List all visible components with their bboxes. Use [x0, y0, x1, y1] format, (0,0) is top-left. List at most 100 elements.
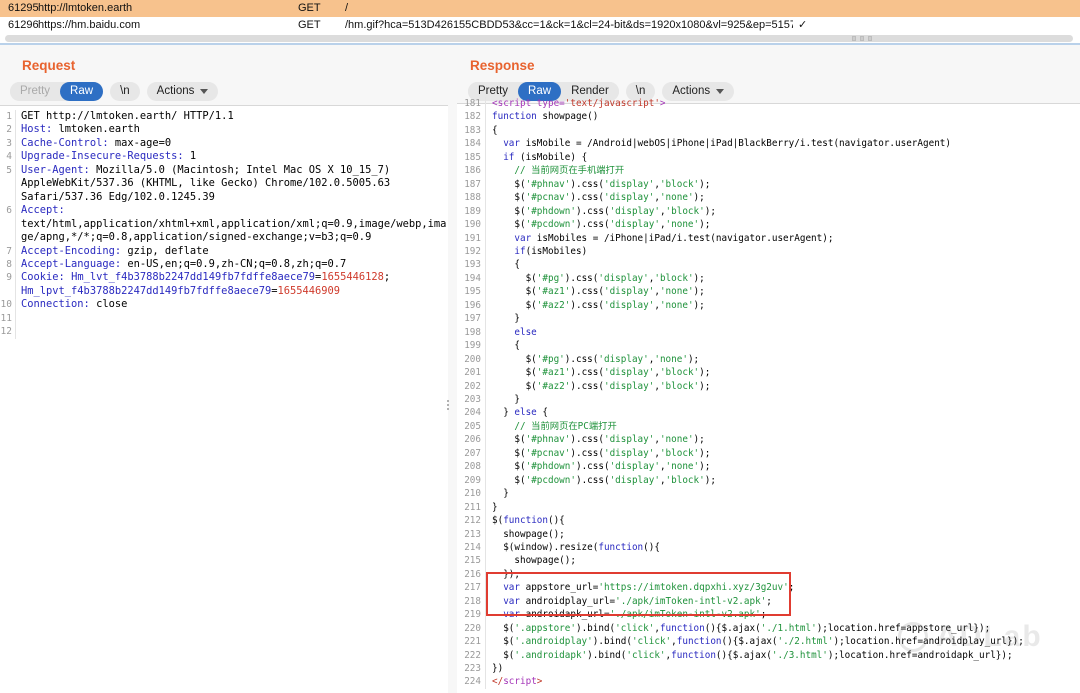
code-text: $(window).resize(function(){	[486, 541, 660, 554]
code-line: 189 $('#phdown').css('display','block');	[457, 205, 1080, 218]
history-row[interactable]: 61295http://lmtoken.earthGET/	[0, 0, 1080, 17]
code-text: $('#az2').css('display','block');	[486, 380, 710, 393]
line-number: 215	[457, 554, 486, 567]
line-number: 207	[457, 447, 486, 460]
code-line: 213 showpage();	[457, 528, 1080, 541]
code-text: <script type='text/javascript'>	[486, 97, 666, 110]
code-line: 7Accept-Encoding: gzip, deflate	[0, 245, 448, 258]
code-text: Accept-Encoding: gzip, deflate	[16, 245, 209, 258]
code-text: $('#pg').css('display','none');	[486, 353, 699, 366]
horizontal-scrollbar[interactable]	[5, 35, 1073, 42]
code-line: 187 $('#phnav').css('display','block');	[457, 178, 1080, 191]
history-cell-method: GET	[298, 0, 321, 17]
chevron-down-icon	[200, 89, 208, 94]
code-line: 218 var androidplay_url='./apk/imToken-i…	[457, 595, 1080, 608]
code-line: 196 $('#az2').css('display','none');	[457, 299, 1080, 312]
code-text: else	[486, 326, 537, 339]
panel-splitter-grip[interactable]	[447, 400, 449, 410]
code-line: 198 else	[457, 326, 1080, 339]
code-text: User-Agent: Mozilla/5.0 (Macintosh; Inte…	[16, 164, 390, 177]
line-number: 183	[457, 124, 486, 137]
actions-button[interactable]: Actions	[147, 82, 219, 101]
code-text: $('#phnav').css('display','none');	[486, 433, 705, 446]
line-number: 184	[457, 137, 486, 150]
request-panel: Request Pretty Raw \n Actions 1GET http:…	[0, 45, 449, 693]
code-text: Safari/537.36 Edg/102.0.1245.39	[16, 191, 215, 204]
code-text: var isMobile = /Android|webOS|iPhone|iPa…	[486, 137, 951, 150]
line-number: 181	[457, 97, 486, 110]
code-line: 203 }	[457, 393, 1080, 406]
actions-label: Actions	[157, 85, 195, 97]
line-number: 220	[457, 622, 486, 635]
code-text: {	[486, 124, 498, 137]
code-line: 6Accept:	[0, 204, 448, 217]
line-number: 189	[457, 205, 486, 218]
request-editor[interactable]: 1GET http://lmtoken.earth/ HTTP/1.12Host…	[0, 105, 448, 693]
line-number: 186	[457, 164, 486, 177]
line-number: 205	[457, 420, 486, 433]
code-line: 217 var appstore_url='https://imtoken.dq…	[457, 581, 1080, 594]
line-number: 203	[457, 393, 486, 406]
line-number	[0, 218, 16, 231]
raw-button[interactable]: Raw	[60, 82, 103, 101]
line-number: 202	[457, 380, 486, 393]
line-number	[0, 231, 16, 244]
line-number	[0, 177, 16, 190]
http-history-table: 61295http://lmtoken.earthGET/61296https:…	[0, 0, 1080, 45]
pretty-button[interactable]: Pretty	[10, 82, 60, 101]
code-line: 221 $('.androidplay').bind('click',funct…	[457, 635, 1080, 648]
code-line: 4Upgrade-Insecure-Requests: 1	[0, 150, 448, 163]
code-line: 10Connection: close	[0, 298, 448, 311]
line-number: 199	[457, 339, 486, 352]
line-number	[0, 285, 16, 298]
line-number: 208	[457, 460, 486, 473]
code-text: Hm_lpvt_f4b3788b2247dd149fb7fdffe8aece79…	[16, 285, 340, 298]
table-splitter-grip[interactable]	[852, 36, 872, 41]
code-line: 181<script type='text/javascript'>	[457, 97, 1080, 110]
request-toolbar: Pretty Raw \n Actions	[10, 82, 218, 101]
line-number: 195	[457, 285, 486, 298]
code-line: 209 $('#pcdown').css('display','block');	[457, 474, 1080, 487]
code-text: $('#pg').css('display','block');	[486, 272, 705, 285]
line-number: 204	[457, 406, 486, 419]
code-text: $('#az1').css('display','none');	[486, 285, 705, 298]
history-cell-path: /	[345, 0, 793, 17]
line-number: 9	[0, 271, 16, 284]
line-number: 1	[0, 110, 16, 123]
code-line: 222 $('.androidapk').bind('click',functi…	[457, 649, 1080, 662]
code-text: text/html,application/xhtml+xml,applicat…	[16, 218, 446, 231]
line-number: 218	[457, 595, 486, 608]
line-number: 190	[457, 218, 486, 231]
code-text: $('.appstore').bind('click',function(){$…	[486, 622, 990, 635]
code-text: $('#az2').css('display','none');	[486, 299, 705, 312]
response-editor[interactable]: 181<script type='text/javascript'>182fun…	[457, 103, 1080, 693]
line-number: 12	[0, 325, 16, 338]
code-line: 201 $('#az1').css('display','block');	[457, 366, 1080, 379]
code-line: 1GET http://lmtoken.earth/ HTTP/1.1	[0, 110, 448, 123]
history-cell-host: https://hm.baidu.com	[38, 17, 140, 34]
code-line: 193 {	[457, 258, 1080, 271]
line-number: 10	[0, 298, 16, 311]
code-line: 212$(function(){	[457, 514, 1080, 527]
code-text: })	[486, 662, 503, 675]
code-line: 202 $('#az2').css('display','block');	[457, 380, 1080, 393]
code-text: $('#pcnav').css('display','block');	[486, 447, 710, 460]
line-number: 191	[457, 232, 486, 245]
code-text: $('#pcdown').css('display','block');	[486, 474, 716, 487]
code-line: 219 var androidapk_url='./apk/imToken-in…	[457, 608, 1080, 621]
line-number: 210	[457, 487, 486, 500]
line-number: 211	[457, 501, 486, 514]
newline-toggle-button[interactable]: \n	[110, 82, 140, 101]
line-number: 4	[0, 150, 16, 163]
history-cell-id: 61295	[8, 0, 39, 17]
chevron-down-icon	[716, 89, 724, 94]
code-line: ge/apng,*/*;q=0.8,application/signed-exc…	[0, 231, 448, 244]
code-text: $('#pcdown').css('display','none');	[486, 218, 710, 231]
line-number: 185	[457, 151, 486, 164]
code-text	[16, 325, 27, 338]
history-row[interactable]: 61296https://hm.baidu.comGET/hm.gif?hca=…	[0, 17, 1080, 34]
code-text: GET http://lmtoken.earth/ HTTP/1.1	[16, 110, 234, 123]
line-number: 198	[457, 326, 486, 339]
code-text: showpage();	[486, 554, 576, 567]
code-line: 208 $('#phdown').css('display','none');	[457, 460, 1080, 473]
